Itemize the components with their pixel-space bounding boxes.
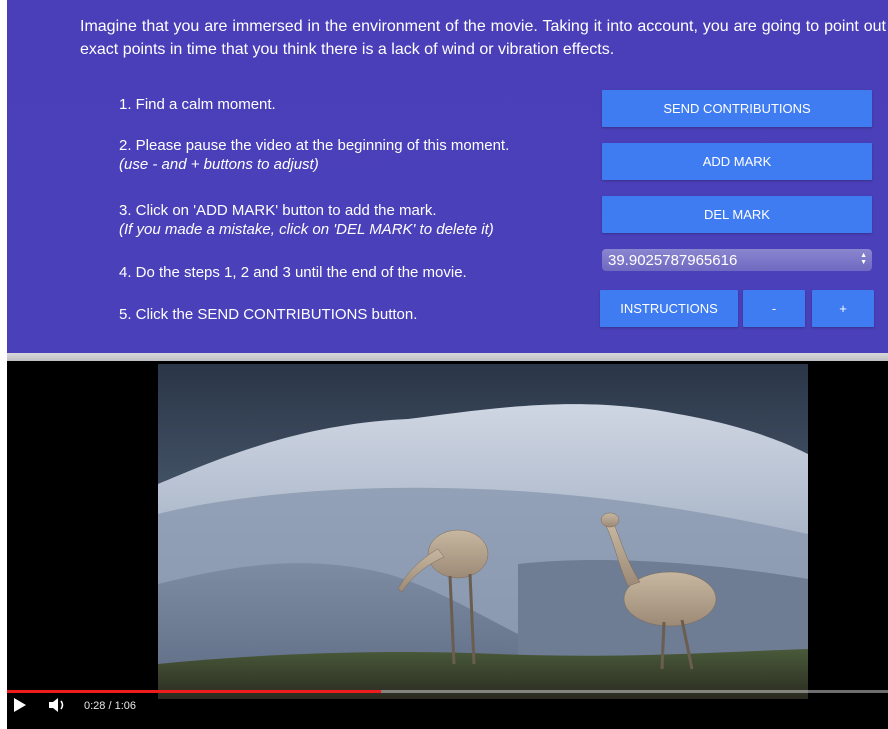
send-contributions-button[interactable]: SEND CONTRIBUTIONS [602, 90, 872, 127]
time-input-value: 39.9025787965616 [608, 251, 738, 269]
step-3-note: (If you made a mistake, click on 'DEL MA… [119, 221, 494, 238]
video-controls: 0:28 / 1:06 [7, 685, 888, 729]
progress-bar-fill [7, 690, 381, 693]
plus-button[interactable]: + [812, 290, 874, 327]
progress-bar[interactable] [7, 690, 888, 693]
video-scene [158, 364, 808, 699]
time-display: 0:28 / 1:06 [84, 700, 136, 712]
instructions-panel: Imagine that you are immersed in the env… [7, 0, 888, 353]
step-5: 5. Click the SEND CONTRIBUTIONS button. [119, 305, 417, 324]
instructions-button[interactable]: INSTRUCTIONS [600, 290, 738, 327]
video-player[interactable]: 0:28 / 1:06 [7, 361, 888, 729]
step-3-text: 3. Click on 'ADD MARK' button to add the… [119, 202, 437, 219]
video-frame[interactable] [158, 364, 808, 699]
play-icon[interactable] [13, 697, 27, 718]
step-4-text: 4. Do the steps 1, 2 and 3 until the end… [119, 264, 467, 281]
time-input[interactable]: 39.9025787965616 ▲ ▼ [602, 249, 872, 271]
volume-icon[interactable] [48, 698, 68, 717]
step-1: 1. Find a calm moment. [119, 95, 276, 114]
spinner-arrows-icon[interactable]: ▲ ▼ [860, 252, 867, 266]
step-5-text: 5. Click the SEND CONTRIBUTIONS button. [119, 306, 418, 323]
del-mark-button[interactable]: DEL MARK [602, 196, 872, 233]
step-2-note: (use - and + buttons to adjust) [119, 156, 319, 173]
step-2-text: 2. Please pause the video at the beginni… [119, 137, 510, 154]
panel-divider [7, 353, 888, 361]
step-3: 3. Click on 'ADD MARK' button to add the… [119, 201, 494, 239]
step-4: 4. Do the steps 1, 2 and 3 until the end… [119, 263, 467, 282]
add-mark-button[interactable]: ADD MARK [602, 143, 872, 180]
minus-button[interactable]: - [743, 290, 805, 327]
intro-text: Imagine that you are immersed in the env… [80, 18, 886, 58]
step-2: 2. Please pause the video at the beginni… [119, 136, 509, 174]
step-1-text: 1. Find a calm moment. [119, 96, 276, 113]
